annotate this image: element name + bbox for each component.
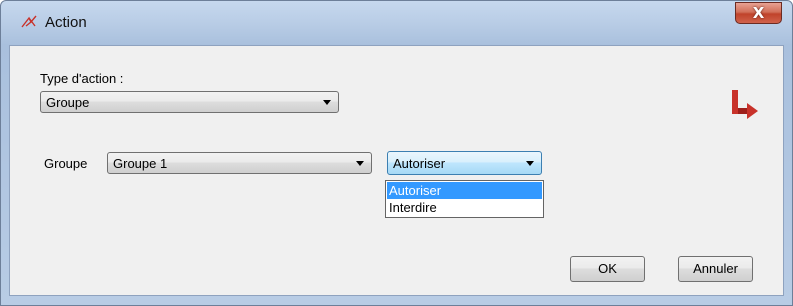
chevron-down-icon bbox=[323, 100, 331, 105]
close-button[interactable]: X bbox=[735, 2, 782, 24]
dropdown-option-interdire[interactable]: Interdire bbox=[387, 199, 542, 216]
action-dialog: Action X Type d'action : Groupe Groupe G… bbox=[0, 0, 793, 306]
window-title: Action bbox=[45, 14, 87, 31]
close-icon: X bbox=[752, 4, 765, 22]
permission-value: Autoriser bbox=[393, 156, 446, 171]
type-action-label: Type d'action : bbox=[40, 71, 124, 86]
action-icon bbox=[21, 15, 37, 28]
permission-combo[interactable]: Autoriser bbox=[387, 151, 542, 175]
cancel-button[interactable]: Annuler bbox=[678, 256, 753, 282]
title-bar: Action X bbox=[1, 1, 792, 45]
ok-button[interactable]: OK bbox=[570, 256, 645, 282]
type-action-combo[interactable]: Groupe bbox=[40, 91, 339, 113]
groupe-label: Groupe bbox=[44, 156, 88, 171]
groupe-value: Groupe 1 bbox=[113, 156, 168, 171]
groupe-combo[interactable]: Groupe 1 bbox=[107, 152, 372, 174]
chevron-down-icon bbox=[526, 161, 534, 166]
red-arrow-logo bbox=[732, 90, 758, 119]
chevron-down-icon bbox=[356, 161, 364, 166]
type-action-value: Groupe bbox=[46, 95, 90, 110]
dialog-body: Type d'action : Groupe Groupe Groupe 1 A… bbox=[9, 45, 784, 296]
permission-dropdown-list: Autoriser Interdire bbox=[385, 180, 544, 218]
dropdown-option-autoriser[interactable]: Autoriser bbox=[387, 182, 542, 199]
